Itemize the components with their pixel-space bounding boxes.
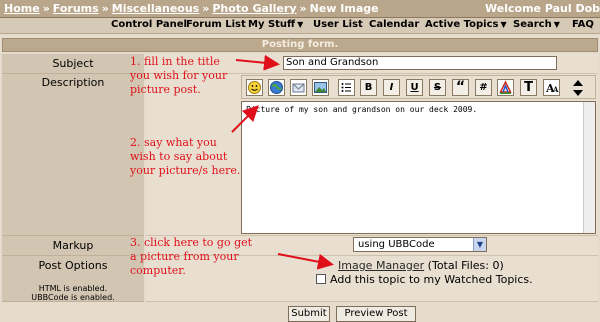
strikethrough-button[interactable]: S bbox=[429, 79, 446, 96]
subject-label: Subject bbox=[52, 57, 94, 70]
annotation-step2: 2. say what you wish to say about your p… bbox=[130, 136, 240, 178]
breadcrumb: Home» Forums» Miscellaneous» Photo Gallery»… bbox=[4, 2, 379, 15]
watch-topic-row: Add this topic to my Watched Topics. bbox=[316, 273, 533, 286]
nav-my-stuff-label: My Stuff bbox=[248, 19, 296, 30]
italic-button[interactable]: I bbox=[383, 79, 400, 96]
annotation-step1-line3: picture post. bbox=[130, 83, 201, 96]
quote-button[interactable]: “ bbox=[452, 79, 469, 96]
description-text: Picture of my son and grandson on our de… bbox=[246, 105, 478, 114]
annotation-step2-line2: wish to say about bbox=[130, 150, 228, 163]
preview-post-button[interactable]: Preview Post bbox=[336, 306, 416, 322]
nav-bar: Control Panel Forum List My Stuff ▼ User … bbox=[0, 18, 600, 34]
annotation-step1-line1: 1. fill in the title bbox=[130, 55, 220, 68]
breadcrumb-separator: » bbox=[202, 2, 210, 15]
posting-form-header: Posting form. bbox=[2, 38, 598, 52]
markup-select[interactable]: using UBBCode ▼ bbox=[353, 237, 487, 252]
annotation-step1-line2: you wish for your bbox=[130, 69, 228, 82]
annotation-step3: 3. click here to go get a picture from y… bbox=[130, 236, 252, 278]
breadcrumb-miscellaneous[interactable]: Miscellaneous bbox=[112, 2, 199, 15]
font-size-button[interactable]: T bbox=[520, 79, 537, 96]
description-textarea[interactable]: Picture of my son and grandson on our de… bbox=[241, 101, 596, 234]
breadcrumb-home[interactable]: Home bbox=[4, 2, 40, 15]
annotation-step2-line3: your picture/s here. bbox=[130, 164, 241, 177]
textarea-scrollbar[interactable] bbox=[583, 102, 595, 233]
markup-label-cell: Markup bbox=[2, 236, 144, 256]
image-manager-row: Image Manager (Total Files: 0) bbox=[338, 259, 504, 272]
submit-button[interactable]: Submit bbox=[288, 306, 330, 322]
text-resize-icon[interactable]: AA bbox=[543, 79, 560, 96]
subject-input[interactable]: Son and Grandson bbox=[283, 56, 557, 70]
watch-topic-label: Add this topic to my Watched Topics. bbox=[330, 273, 533, 286]
nav-user-list[interactable]: User List bbox=[313, 19, 363, 30]
list-icon[interactable] bbox=[338, 79, 355, 96]
total-files: (Total Files: 0) bbox=[427, 259, 504, 272]
nav-calendar[interactable]: Calendar bbox=[369, 19, 419, 30]
bold-button[interactable]: B bbox=[360, 79, 377, 96]
post-options-label-cell: Post Options HTML is enabled. UBBCode is… bbox=[2, 256, 144, 302]
code-button[interactable]: # bbox=[475, 79, 492, 96]
email-icon[interactable] bbox=[290, 79, 307, 96]
smiley-icon[interactable] bbox=[246, 79, 263, 96]
chevron-down-icon: ▼ bbox=[297, 20, 304, 29]
editor-resize-arrows-icon[interactable] bbox=[568, 78, 588, 98]
nav-active-topics-label: Active Topics bbox=[425, 19, 499, 30]
description-label: Description bbox=[41, 76, 105, 89]
nav-faq[interactable]: FAQ bbox=[572, 19, 594, 30]
chevron-down-icon: ▼ bbox=[500, 20, 507, 29]
color-icon[interactable] bbox=[497, 79, 514, 96]
breadcrumb-bar: Home» Forums» Miscellaneous» Photo Gallery»… bbox=[0, 0, 600, 18]
nav-search-label: Search bbox=[513, 19, 552, 30]
nav-search[interactable]: Search ▼ bbox=[513, 19, 560, 30]
post-options-label: Post Options bbox=[38, 259, 108, 272]
breadcrumb-forums[interactable]: Forums bbox=[53, 2, 99, 15]
nav-forum-list[interactable]: Forum List bbox=[186, 19, 246, 30]
editor-toolbar: B I U S “ # T AA bbox=[241, 75, 596, 99]
breadcrumb-current: New Image bbox=[309, 2, 379, 15]
annotation-step1: 1. fill in the title you wish for your p… bbox=[130, 55, 227, 97]
globe-link-icon[interactable] bbox=[268, 79, 285, 96]
subject-label-cell: Subject bbox=[2, 54, 144, 74]
image-icon[interactable] bbox=[312, 79, 329, 96]
markup-select-value: using UBBCode bbox=[358, 239, 435, 250]
chevron-down-icon: ▼ bbox=[553, 20, 560, 29]
breadcrumb-photo-gallery[interactable]: Photo Gallery bbox=[212, 2, 296, 15]
watch-topic-checkbox[interactable] bbox=[316, 274, 326, 284]
nav-control-panel[interactable]: Control Panel bbox=[111, 19, 187, 30]
description-label-cell: Description bbox=[2, 74, 144, 236]
svg-text:A: A bbox=[552, 85, 559, 94]
image-manager-link[interactable]: Image Manager bbox=[338, 259, 424, 272]
welcome-text: Welcome Paul Dob bbox=[485, 2, 600, 15]
annotation-step3-line1: 3. click here to go get bbox=[130, 236, 253, 249]
breadcrumb-separator: » bbox=[101, 2, 109, 15]
nav-my-stuff[interactable]: My Stuff ▼ bbox=[248, 19, 303, 30]
annotation-step3-line2: a picture from your bbox=[130, 250, 239, 263]
annotation-step2-line1: 2. say what you bbox=[130, 136, 217, 149]
posting-page: Home» Forums» Miscellaneous» Photo Gallery»… bbox=[0, 0, 600, 322]
ubbcode-status: UBBCode is enabled. bbox=[31, 293, 115, 302]
underline-button[interactable]: U bbox=[406, 79, 423, 96]
chevron-down-icon: ▼ bbox=[473, 238, 486, 251]
nav-active-topics[interactable]: Active Topics ▼ bbox=[425, 19, 507, 30]
breadcrumb-separator: » bbox=[42, 2, 50, 15]
breadcrumb-separator: » bbox=[299, 2, 307, 15]
annotation-step3-line3: computer. bbox=[130, 264, 186, 277]
markup-label: Markup bbox=[52, 239, 94, 252]
